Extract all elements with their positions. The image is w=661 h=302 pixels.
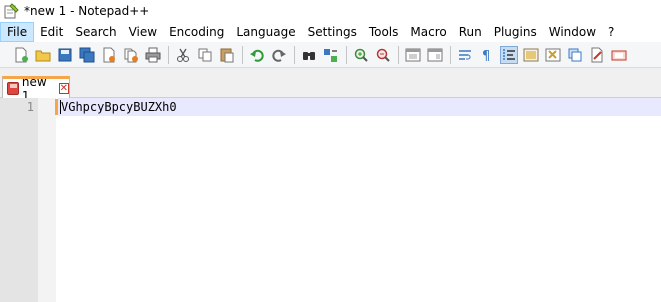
sync-vertical-icon[interactable] xyxy=(404,46,422,64)
zoom-out-icon[interactable] xyxy=(374,46,392,64)
fold-margin[interactable] xyxy=(38,98,56,302)
menu-search[interactable]: Search xyxy=(69,22,122,42)
save-all-icon[interactable] xyxy=(78,46,96,64)
close-icon[interactable] xyxy=(100,46,118,64)
new-file-icon[interactable] xyxy=(12,46,30,64)
replace-icon[interactable] xyxy=(322,46,340,64)
notepad-plus-plus-icon xyxy=(3,3,19,19)
zoom-in-icon[interactable] xyxy=(352,46,370,64)
menu-view[interactable]: View xyxy=(123,22,163,42)
title-bar: *new 1 - Notepad++ xyxy=(0,0,661,22)
menu-encoding[interactable]: Encoding xyxy=(163,22,230,42)
show-all-chars-icon[interactable]: ¶ xyxy=(478,46,496,64)
line-number: 1 xyxy=(26,100,34,114)
toolbar-separator xyxy=(450,45,451,64)
stop-macro-icon[interactable] xyxy=(610,46,628,64)
redo-icon[interactable] xyxy=(270,46,288,64)
toolbar-separator xyxy=(168,45,169,64)
tab-close-icon[interactable]: ✕ xyxy=(58,83,69,94)
indent-guide-icon[interactable] xyxy=(500,45,518,64)
toolbar-separator xyxy=(346,45,347,64)
print-icon[interactable] xyxy=(144,46,162,64)
function-list-icon[interactable] xyxy=(544,46,562,64)
tab-bar: new 1 ✕ xyxy=(0,68,661,103)
copy-icon[interactable] xyxy=(196,46,214,64)
word-wrap-icon[interactable] xyxy=(456,46,474,64)
record-macro-icon[interactable] xyxy=(588,46,606,64)
toolbar-separator xyxy=(398,45,399,64)
menu-window[interactable]: Window xyxy=(543,22,602,42)
menu-macro[interactable]: Macro xyxy=(404,22,452,42)
menu-settings[interactable]: Settings xyxy=(302,22,363,42)
tab-new-1[interactable]: new 1 ✕ xyxy=(2,75,70,103)
menu-language[interactable]: Language xyxy=(230,22,301,42)
toolbar-separator xyxy=(294,45,295,64)
editor[interactable]: 1 VGhpcyBpcyBUZXh0 xyxy=(0,98,661,302)
menu-file[interactable]: File xyxy=(0,22,35,42)
menu-run[interactable]: Run xyxy=(453,22,488,42)
unsaved-file-icon xyxy=(7,82,19,95)
window-title: *new 1 - Notepad++ xyxy=(24,4,150,18)
editor-line[interactable]: VGhpcyBpcyBUZXh0 xyxy=(61,98,177,116)
save-icon[interactable] xyxy=(56,46,74,64)
svg-text:¶: ¶ xyxy=(482,49,490,63)
close-all-icon[interactable] xyxy=(122,46,140,64)
text-area[interactable]: VGhpcyBpcyBUZXh0 xyxy=(58,98,661,302)
menu-plugins[interactable]: Plugins xyxy=(488,22,543,42)
open-file-icon[interactable] xyxy=(34,46,52,64)
toolbar: ¶ xyxy=(0,42,661,68)
language-icon[interactable] xyxy=(522,46,540,64)
undo-icon[interactable] xyxy=(248,46,266,64)
find-icon[interactable] xyxy=(300,46,318,64)
paste-icon[interactable] xyxy=(218,46,236,64)
menu-tools[interactable]: Tools xyxy=(363,22,405,42)
menu-help[interactable]: ? xyxy=(602,22,620,42)
line-number-gutter: 1 xyxy=(0,98,38,302)
toolbar-separator xyxy=(242,45,243,64)
cut-icon[interactable] xyxy=(174,46,192,64)
menu-bar: File Edit Search View Encoding Language … xyxy=(0,22,661,42)
sync-horizontal-icon[interactable] xyxy=(426,46,444,64)
text-caret xyxy=(60,100,61,114)
folder-workspace-icon[interactable] xyxy=(566,46,584,64)
menu-edit[interactable]: Edit xyxy=(34,22,69,42)
